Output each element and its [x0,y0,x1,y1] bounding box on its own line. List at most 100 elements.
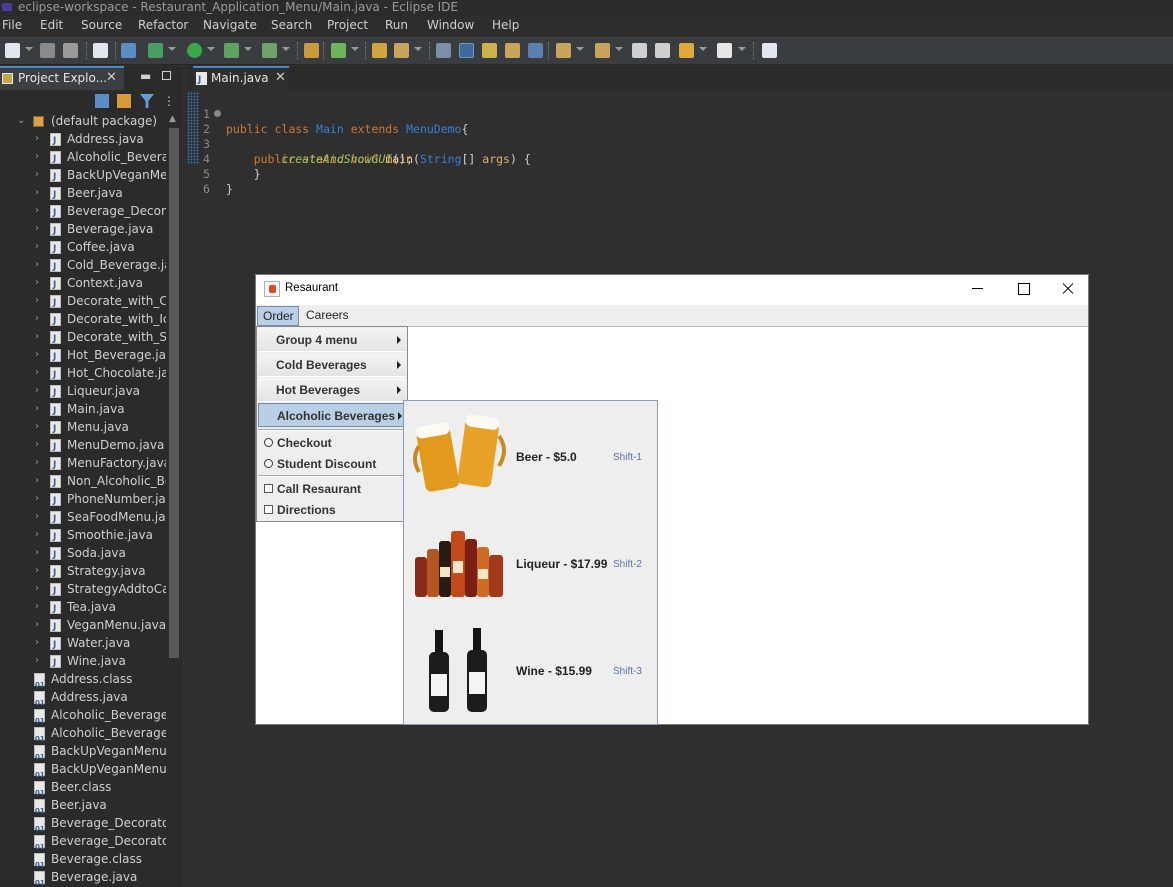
coverage-dropdown-icon[interactable] [244,47,252,51]
tree-item-java-file[interactable]: › Hot_Chocolate.java [0,364,166,384]
chevron-right-icon[interactable]: › [35,166,39,184]
back-icon[interactable] [679,43,694,58]
chevron-right-icon[interactable]: › [35,328,39,346]
view-menu-icon[interactable]: ⋮ [163,94,175,108]
tree-item-bin-file[interactable]: Beer.class [0,778,166,802]
close-icon[interactable]: ✕ [275,68,286,88]
last-edit-location-icon[interactable] [632,43,647,58]
tree-item-java-file[interactable]: › Hot_Beverage.java [0,346,166,366]
tree-item-java-file[interactable]: › Main.java [0,400,166,420]
menu-hot-beverages[interactable]: Hot Beverages [258,378,406,402]
tree-item-java-file[interactable]: › Decorate_with_Cre [0,292,166,312]
close-icon[interactable]: ✕ [106,68,117,88]
scroll-up-icon[interactable]: ▲ [169,114,176,124]
run-icon[interactable] [187,43,202,58]
menu-refactor[interactable]: Refactor [138,18,188,32]
tree-item-java-file[interactable]: › Context.java [0,274,166,294]
radio-checkout[interactable]: Checkout [258,433,406,454]
chevron-right-icon[interactable]: › [35,202,39,220]
chevron-right-icon[interactable]: › [35,238,39,256]
tree-item-bin-file[interactable]: Alcoholic_Beverage.cl [0,706,166,730]
save-all-icon[interactable] [63,43,78,58]
toggle-mark-occurrences-icon[interactable] [459,43,474,58]
tree-item-java-file[interactable]: › Beverage.java [0,220,166,240]
new-class-dropdown-icon[interactable] [351,47,359,51]
new-class-icon[interactable] [331,43,346,58]
menu-search[interactable]: Search [271,18,312,32]
tree-item-bin-file[interactable]: Beverage_Decorator.c [0,814,166,838]
menu-alcoholic-beverages[interactable]: Alcoholic Beverages [258,403,406,427]
menu-run[interactable]: Run [385,18,408,32]
menu-order[interactable]: Order [257,306,299,326]
menu-window[interactable]: Window [427,18,474,32]
tree-item-java-file[interactable]: › Tea.java [0,598,166,618]
search-icon[interactable] [394,43,409,58]
chevron-right-icon[interactable]: › [35,418,39,436]
tree-item-bin-file[interactable]: BackUpVeganMenu.ja [0,760,166,784]
show-whitespace-icon[interactable] [528,43,543,58]
radio-icon[interactable] [264,438,273,447]
tree-item-java-file[interactable]: › StrategyAddtoCart [0,580,166,600]
tree-item-java-file[interactable]: › VeganMenu.java [0,616,166,636]
toggle-block-selection-icon[interactable] [505,43,520,58]
menu-cold-beverages[interactable]: Cold Beverages [258,353,406,377]
toggle-word-wrap-icon[interactable] [482,43,497,58]
tree-item-bin-file[interactable]: Address.java [0,688,166,712]
previous-annotation-dropdown-icon[interactable] [615,47,623,51]
minimize-icon[interactable] [968,279,988,299]
filter-icon[interactable] [140,94,154,108]
chevron-right-icon[interactable]: › [35,130,39,148]
close-icon[interactable] [1058,279,1078,299]
maximize-icon[interactable] [1014,279,1034,299]
chevron-right-icon[interactable]: › [35,544,39,562]
tree-item-java-file[interactable]: › Beverage_Decorato [0,202,166,222]
chevron-right-icon[interactable]: › [35,310,39,328]
chevron-right-icon[interactable]: › [35,274,39,292]
chevron-right-icon[interactable]: › [35,490,39,508]
chevron-right-icon[interactable]: › [35,256,39,274]
tree-item-java-file[interactable]: › Cold_Beverage.java [0,256,166,276]
minimize-view-icon[interactable]: ▬ [140,69,151,83]
new-dropdown-icon[interactable] [25,47,33,51]
checkbox-icon[interactable] [264,484,273,493]
menu-project[interactable]: Project [327,18,368,32]
open-perspective-icon[interactable] [762,43,777,58]
tree-item-java-file[interactable]: › Non_Alcoholic_Be [0,472,166,492]
radio-student-discount[interactable]: Student Discount [258,454,406,475]
new-java-project-icon[interactable] [304,43,319,58]
checkbox-directions[interactable]: Directions [258,500,406,521]
tree-item-java-file[interactable]: › MenuDemo.java [0,436,166,456]
checkbox-icon[interactable] [264,505,273,514]
tree-item-bin-file[interactable]: Beverage.class [0,850,166,874]
open-type-icon[interactable] [372,43,387,58]
chevron-right-icon[interactable]: › [35,364,39,382]
external-tools-dropdown-icon[interactable] [282,47,290,51]
chevron-down-icon[interactable]: ⌄ [17,112,25,130]
tree-item-java-file[interactable]: › Liqueur.java [0,382,166,402]
tree-item-java-file[interactable]: › Coffee.java [0,238,166,258]
chevron-right-icon[interactable]: › [35,616,39,634]
chevron-right-icon[interactable]: › [35,562,39,580]
code-line-4[interactable]: 4 } [187,137,1173,181]
toggle-ant-editor-icon[interactable] [436,43,451,58]
next-annotation-dropdown-icon[interactable] [576,47,584,51]
tree-item-java-file[interactable]: › SeaFoodMenu.java [0,508,166,528]
forward-dropdown-icon[interactable] [738,47,746,51]
tree-item-java-file[interactable]: › Smoothie.java [0,526,166,546]
chevron-right-icon[interactable]: › [35,526,39,544]
menu-source[interactable]: Source [81,18,122,32]
chevron-right-icon[interactable]: › [35,220,39,238]
terminal-icon[interactable] [93,43,108,58]
chevron-right-icon[interactable]: › [35,292,39,310]
chevron-right-icon[interactable]: › [35,382,39,400]
save-icon[interactable] [40,43,55,58]
tree-item-java-file[interactable]: › Water.java [0,634,166,654]
menu-item-wine[interactable]: Wine - $15.99 Shift-3 [405,616,657,723]
link-with-editor-icon[interactable] [117,94,131,108]
app-titlebar[interactable]: Resaurant [256,275,1088,305]
chevron-right-icon[interactable]: › [35,400,39,418]
tree-item-java-file[interactable]: › BackUpVeganMenu [0,166,166,186]
chevron-right-icon[interactable]: › [35,598,39,616]
tree-scrollbar[interactable]: ▲ [166,112,182,887]
back-dropdown-icon[interactable] [699,47,707,51]
